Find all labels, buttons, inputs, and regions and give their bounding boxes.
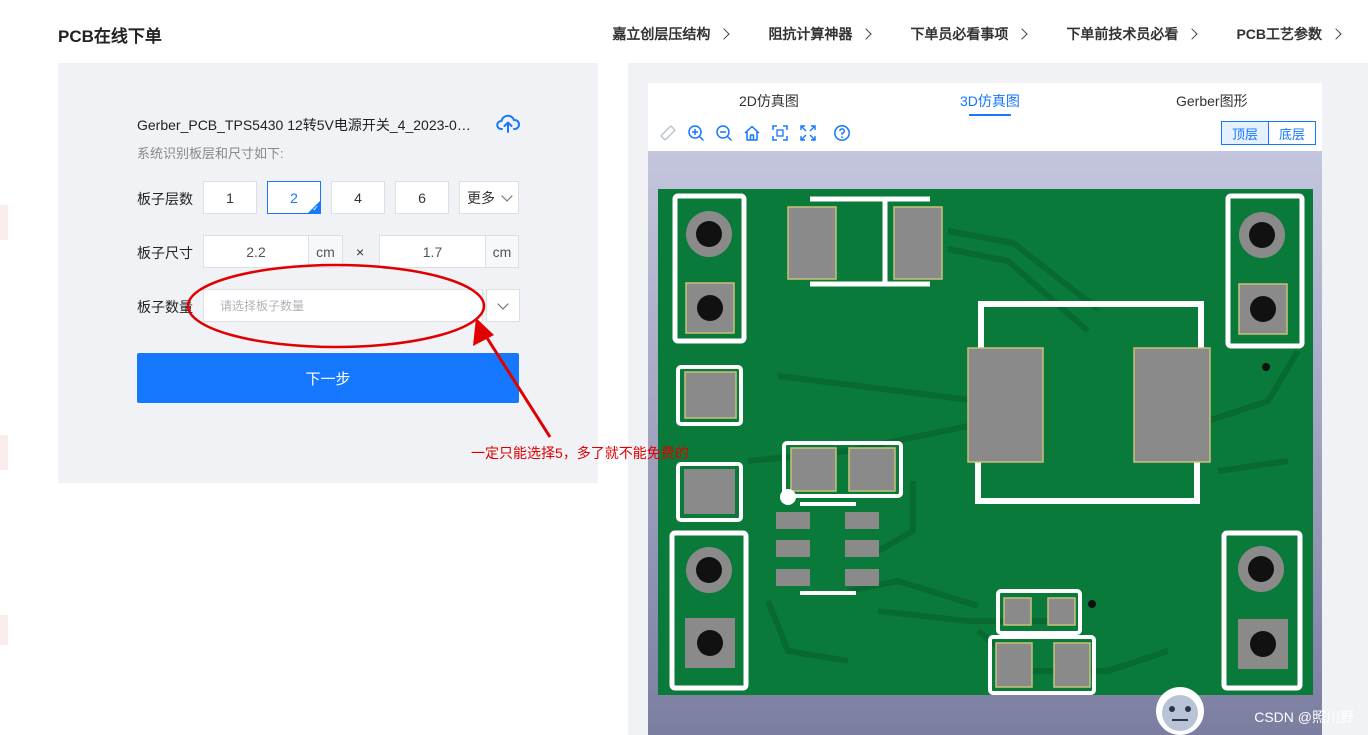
watermark: CSDN @照川野	[1254, 709, 1354, 725]
check-icon: ✓	[312, 204, 319, 213]
annotation-overlay	[186, 263, 552, 438]
annotation-note: 一定只能选择5，多了就不能免费的	[471, 445, 689, 461]
